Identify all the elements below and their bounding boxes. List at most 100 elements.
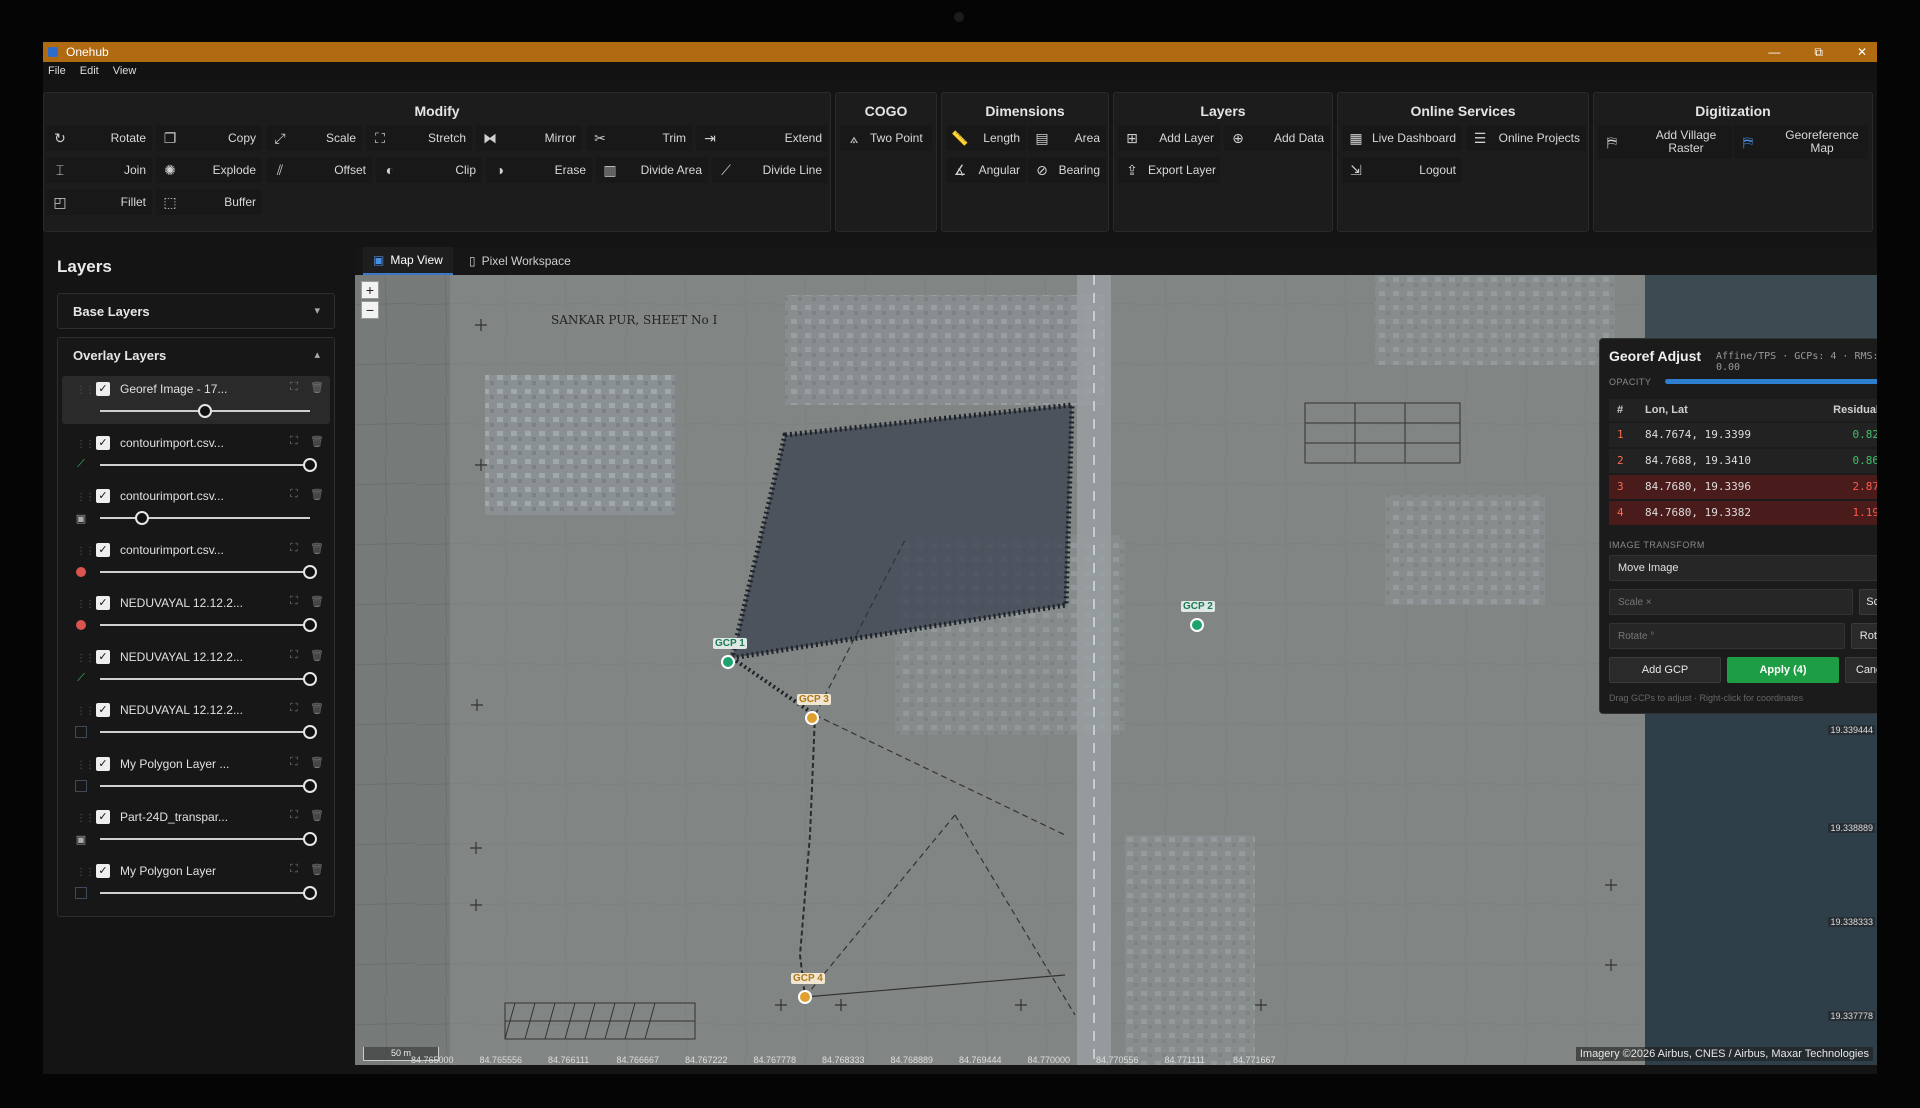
drag-handle-icon[interactable]: ⋮⋮ [76,546,95,557]
base-layers-accordion[interactable]: Base Layers ▾ [57,293,335,329]
georeference-map-button[interactable]: ⛿ Georeference Map [1734,125,1868,159]
drag-handle-icon[interactable]: ⋮⋮ [76,706,95,717]
join-button[interactable]: ⌶ Join [46,157,152,183]
add-data-button[interactable]: ⊕ Add Data [1224,125,1330,151]
menu-edit[interactable]: Edit [80,65,99,77]
zoom-to-layer-icon[interactable]: ⛶ [290,863,298,876]
zoom-out-button[interactable]: − [361,301,379,319]
trash-icon[interactable]: 🗑 [310,863,324,876]
gcp-1-marker[interactable] [721,655,735,669]
layer-visibility-checkbox[interactable]: ✓ [96,596,110,610]
trash-icon[interactable]: 🗑 [310,381,324,394]
trash-icon[interactable]: 🗑 [310,488,324,501]
two-point-button[interactable]: ⟑ Two Point [840,125,932,151]
layer-visibility-checkbox[interactable]: ✓ [96,382,110,396]
apply-button[interactable]: Apply (4) [1727,657,1839,683]
menu-view[interactable]: View [113,65,137,77]
drag-handle-icon[interactable]: ⋮⋮ [76,439,95,450]
overlay-layers-header[interactable]: Overlay Layers ▴ [58,338,334,372]
fillet-button[interactable]: ◰ Fillet [46,189,152,215]
layer-opacity-knob[interactable] [303,885,317,900]
scale-button[interactable]: ⤢ Scale [266,125,362,151]
drag-handle-icon[interactable]: ⋮⋮ [76,867,95,878]
layer-opacity-knob[interactable] [303,564,317,579]
buffer-button[interactable]: ⬚ Buffer [156,189,262,215]
layer-opacity-knob[interactable] [303,671,317,686]
gcp-row[interactable]: 384.7680, 19.33962.87🗑 [1609,475,1877,499]
online-projects-button[interactable]: ☰ Online Projects [1466,125,1586,151]
layer-visibility-checkbox[interactable]: ✓ [96,810,110,824]
layer-visibility-checkbox[interactable]: ✓ [96,863,110,878]
trash-icon[interactable]: 🗑 [310,649,324,662]
gcp-2-marker[interactable] [1190,618,1204,632]
rotate-button[interactable]: ↻ Rotate [46,125,152,151]
layer-visibility-checkbox[interactable]: ✓ [96,756,110,771]
zoom-in-button[interactable]: + [361,281,379,299]
minimize-button[interactable]: — [1768,45,1780,59]
extend-button[interactable]: ⇥ Extend [696,125,828,151]
gcp-4-marker[interactable] [798,990,812,1004]
maximize-button[interactable]: ⧉ [1814,45,1823,60]
drag-handle-icon[interactable]: ⋮⋮ [76,599,95,610]
trash-icon[interactable]: 🗑 [310,435,324,448]
length-button[interactable]: 📏 Length [946,125,1026,151]
layer-item[interactable]: ⋮⋮ ✓ NEDUVAYAL 12.12.2... ⛶ 🗑 [62,697,330,745]
clip-button[interactable]: ◐ Clip [376,157,482,183]
gcp-row[interactable]: 184.7674, 19.33990.82🗑 [1609,423,1877,447]
explode-button[interactable]: ✺ Explode [156,157,262,183]
layer-item[interactable]: ⋮⋮ ✓ contourimport.csv... ⛶ 🗑 ⟋ [62,430,330,478]
drag-handle-icon[interactable]: ⋮⋮ [76,653,95,664]
add-gcp-button[interactable]: Add GCP [1609,657,1721,683]
gcp-row[interactable]: 284.7688, 19.34100.86🗑 [1609,449,1877,473]
layer-opacity-slider[interactable] [100,404,310,418]
gcp-3-marker[interactable] [805,711,819,725]
zoom-to-layer-icon[interactable]: ⛶ [290,756,298,769]
live-dashboard-button[interactable]: ▦ Live Dashboard [1342,125,1462,151]
layer-item[interactable]: ⋮⋮ ✓ My Polygon Layer ⛶ 🗑 [62,858,330,906]
layer-opacity-knob[interactable] [303,725,317,739]
layer-opacity-knob[interactable] [198,404,212,418]
layer-opacity-slider[interactable] [100,564,317,579]
drag-handle-icon[interactable]: ⋮⋮ [76,385,95,396]
divide-area-button[interactable]: ▥ Divide Area [596,157,708,183]
trash-icon[interactable]: 🗑 [310,542,324,555]
offset-button[interactable]: ⫽ Offset [266,157,372,183]
layer-opacity-slider[interactable] [100,832,317,846]
scale-button[interactable]: Scale [1859,589,1877,615]
export-layer-button[interactable]: ⇪ Export Layer [1118,157,1220,183]
scale-input[interactable]: Scale × [1609,589,1853,615]
logout-button[interactable]: ⇲ Logout [1342,157,1462,183]
menu-file[interactable]: File [48,65,66,77]
layer-visibility-checkbox[interactable]: ✓ [96,435,110,450]
angular-button[interactable]: ∡ Angular [946,157,1026,183]
layer-opacity-knob[interactable] [303,618,317,632]
move-image-button[interactable]: Move Image [1609,555,1877,581]
area-button[interactable]: ▤ Area [1028,125,1106,151]
mirror-button[interactable]: ⧓ Mirror [476,125,582,151]
trash-icon[interactable]: 🗑 [310,595,324,608]
layer-opacity-slider[interactable] [100,618,317,632]
layer-opacity-slider[interactable] [100,671,317,686]
zoom-to-layer-icon[interactable]: ⛶ [290,488,298,501]
stretch-button[interactable]: ⛶ Stretch [366,125,472,151]
divide-line-button[interactable]: ⟋ Divide Line [712,157,828,183]
layer-opacity-slider[interactable] [100,511,310,525]
layer-opacity-slider[interactable] [100,885,317,900]
close-button[interactable]: ✕ [1857,45,1867,59]
layer-visibility-checkbox[interactable]: ✓ [96,542,110,557]
opacity-slider[interactable] [1665,379,1877,384]
layer-opacity-slider[interactable] [100,457,317,472]
add-village-raster-button[interactable]: ⛿ Add Village Raster [1598,125,1732,159]
rotate-button[interactable]: Rotate [1851,623,1877,649]
drag-handle-icon[interactable]: ⋮⋮ [76,760,95,771]
layer-opacity-slider[interactable] [100,778,317,793]
layer-item[interactable]: ⋮⋮ ✓ Part-24D_transpar... ⛶ 🗑 ▣ [62,804,330,852]
layer-item[interactable]: ⋮⋮ ✓ My Polygon Layer ... ⛶ 🗑 [62,751,330,799]
tab-map-view[interactable]: ▣ Map View [363,247,453,275]
layer-item[interactable]: ⋮⋮ ✓ Georef Image - 17... ⛶ 🗑 [62,376,330,424]
layer-item[interactable]: ⋮⋮ ✓ contourimport.csv... ⛶ 🗑 [62,537,330,585]
layer-opacity-knob[interactable] [303,832,317,846]
zoom-to-layer-icon[interactable]: ⛶ [290,702,298,715]
rotate-input[interactable]: Rotate ° [1609,623,1845,649]
drag-handle-icon[interactable]: ⋮⋮ [76,813,95,824]
